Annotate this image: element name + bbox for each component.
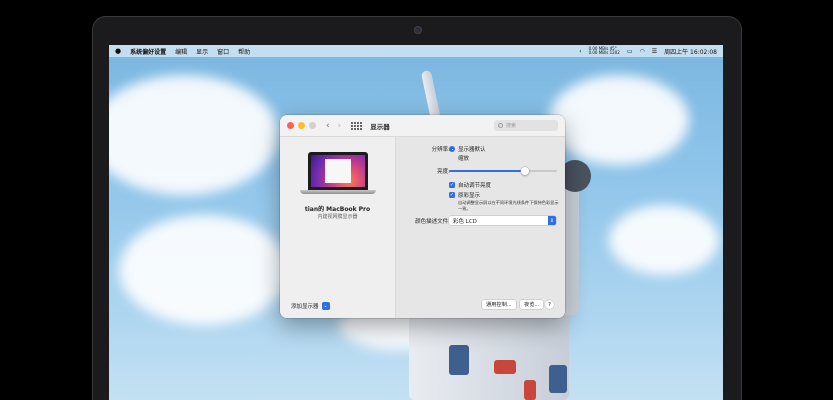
- macbook-thumbnail[interactable]: [308, 152, 368, 190]
- chevron-updown-icon: ⇕: [548, 216, 556, 225]
- device-name: tian的 MacBook Pro: [304, 206, 371, 213]
- show-all-grid-icon[interactable]: [351, 121, 363, 130]
- wallpaper-cloud: [609, 205, 719, 275]
- menu-bar: ● 系统偏好设置 编辑 显示 窗口 帮助 ‹ 0.00 MB/s 45° 0.0…: [109, 45, 723, 57]
- menu-clock[interactable]: 周四上午 16:02:08: [664, 47, 717, 56]
- menu-app-name[interactable]: 系统偏好设置: [130, 47, 166, 56]
- display-icon[interactable]: ▭: [627, 48, 633, 55]
- brightness-slider[interactable]: [449, 167, 557, 175]
- display-settings-pane: 分辨率: 显示器默认 缩放 亮度: ✓ 自动调节亮度 ✓ 原彩显示 自动调整显示…: [395, 137, 565, 318]
- search-field[interactable]: 搜索: [494, 120, 558, 131]
- chevron-down-icon: ⌄: [321, 302, 330, 310]
- forward-button[interactable]: ›: [338, 121, 342, 131]
- color-profile-label: 颜色描述文件:: [415, 219, 450, 225]
- display-preferences-window: ‹ › 显示器 搜索 tian的 MacBook Pro 内建视网膜显示器 添加…: [280, 115, 565, 318]
- night-shift-button[interactable]: 夜览...: [520, 300, 544, 309]
- wallpaper-cloud: [549, 75, 689, 165]
- universal-control-button[interactable]: 通用控制...: [482, 300, 516, 309]
- zoom-button[interactable]: [309, 122, 316, 129]
- menu-item-help[interactable]: 帮助: [238, 47, 250, 56]
- macbook-base: [300, 190, 376, 194]
- control-center-icon[interactable]: ☰: [652, 48, 657, 55]
- resolution-option-scaled[interactable]: 缩放: [449, 154, 469, 162]
- wallpaper-robot-red-panel: [524, 380, 536, 400]
- minimize-button[interactable]: [298, 122, 305, 129]
- close-button[interactable]: [287, 122, 294, 129]
- add-display-popup[interactable]: 添加显示器 ⌄: [291, 302, 330, 310]
- menu-item-window[interactable]: 窗口: [217, 47, 229, 56]
- search-placeholder: 搜索: [506, 123, 517, 129]
- wallpaper-robot-blue-panel: [549, 365, 567, 393]
- wallpaper-robot-blue-panel: [449, 345, 469, 375]
- wallpaper-cloud: [119, 215, 289, 325]
- help-button[interactable]: ?: [545, 300, 554, 309]
- menu-item-edit[interactable]: 编辑: [175, 47, 187, 56]
- network-stats[interactable]: 0.00 MB/s 45° 0.00 MB/s 1202: [589, 47, 620, 55]
- checkmark-icon: ✓: [449, 192, 455, 198]
- brightness-label: 亮度:: [437, 169, 450, 175]
- search-icon: [498, 123, 503, 128]
- checkmark-icon: ✓: [449, 182, 455, 188]
- device-subtitle: 内建视网膜显示器: [317, 214, 358, 220]
- wallpaper-cloud: [109, 75, 279, 195]
- apple-menu-icon[interactable]: ●: [115, 47, 121, 55]
- add-display-label: 添加显示器: [291, 304, 319, 310]
- window-title: 显示器: [370, 122, 390, 131]
- brightness-slider-fill: [449, 170, 525, 172]
- resolution-label: 分辨率:: [431, 147, 450, 153]
- back-button[interactable]: ‹: [326, 121, 330, 131]
- true-tone-description: 自动调整显示屏以在不同环境光线条件下保持色彩显示一致。: [458, 200, 559, 211]
- menu-item-view[interactable]: 显示: [196, 47, 208, 56]
- wifi-icon[interactable]: ◠: [640, 48, 645, 55]
- resolution-option-default[interactable]: 显示器默认: [449, 145, 486, 153]
- window-titlebar[interactable]: ‹ › 显示器 搜索: [280, 115, 565, 137]
- macbook-wallpaper: [311, 155, 365, 187]
- radio-selected-icon: [449, 146, 455, 152]
- display-list-pane: tian的 MacBook Pro 内建视网膜显示器 添加显示器 ⌄: [280, 137, 395, 318]
- macbook-document-preview: [325, 159, 351, 183]
- auto-brightness-checkbox[interactable]: ✓ 自动调节亮度: [449, 181, 491, 189]
- camera-icon: [415, 27, 421, 33]
- wallpaper-robot-red-panel: [494, 360, 516, 374]
- true-tone-checkbox[interactable]: ✓ 原彩显示: [449, 191, 480, 199]
- color-profile-select[interactable]: 彩色 LCD ⇕: [449, 216, 556, 225]
- brightness-slider-knob[interactable]: [520, 167, 529, 175]
- desktop-screen: ● 系统偏好设置 编辑 显示 窗口 帮助 ‹ 0.00 MB/s 45° 0.0…: [109, 45, 723, 400]
- input-source-icon[interactable]: ‹: [579, 48, 581, 55]
